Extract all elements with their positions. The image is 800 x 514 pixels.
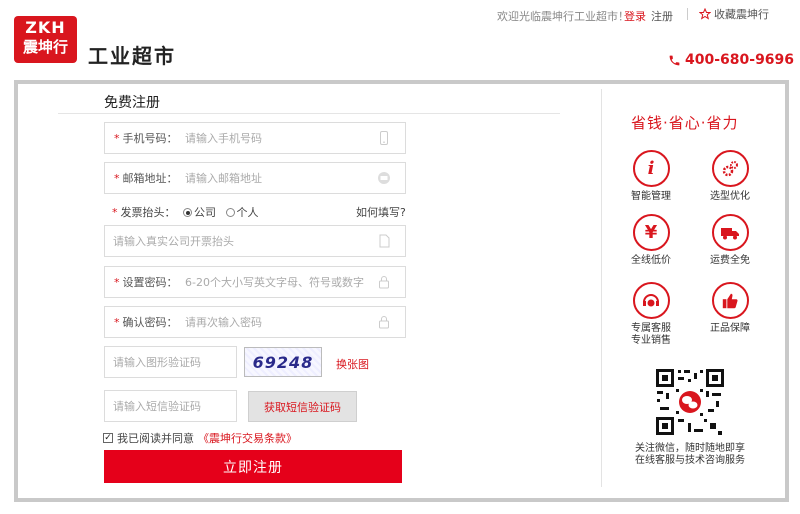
slogan: 省钱·省心·省力	[631, 114, 739, 132]
feature-selection-optimization: 选型优化	[690, 150, 770, 203]
form-title: 免费注册	[104, 95, 160, 111]
feature-authentic-guarantee: 正品保障	[690, 282, 770, 335]
yen-icon: ¥	[632, 214, 670, 251]
login-link[interactable]: 登录	[624, 8, 646, 24]
site-title: 工业超市	[88, 44, 176, 68]
lock-icon	[379, 316, 389, 329]
captcha-input[interactable]: 请输入图形验证码	[104, 346, 237, 378]
hotline: 400-680-9696	[668, 52, 794, 68]
qr-caption: 关注微信，随时随地即享 在线客服与技术咨询服务	[635, 443, 745, 466]
email-icon	[378, 172, 390, 184]
gears-icon	[711, 150, 749, 187]
feature-low-price: ¥ 全线低价	[611, 214, 691, 267]
truck-icon	[711, 214, 749, 251]
get-sms-code-button[interactable]: 获取短信验证码	[248, 391, 357, 422]
agreement-row: ✓ 我已阅读并同意 《震坤行交易条款》	[103, 430, 297, 446]
email-label: * 邮箱地址：	[114, 172, 178, 185]
thumbs-up-icon	[711, 282, 749, 319]
agree-text: 我已阅读并同意	[117, 432, 194, 445]
register-link[interactable]: 注册	[651, 8, 673, 24]
star-icon	[699, 8, 711, 20]
invoice-label: 发票抬头：	[120, 206, 176, 219]
headset-icon	[632, 282, 670, 319]
info-icon: i	[632, 150, 670, 187]
feature-smart-management: i 智能管理	[611, 150, 691, 203]
radio-company[interactable]	[183, 208, 192, 217]
invoice-help-link[interactable]: 如何填写?	[356, 204, 406, 220]
radio-personal[interactable]	[225, 208, 235, 217]
phone-icon	[669, 55, 680, 65]
feature-free-shipping: 运费全免	[690, 214, 770, 267]
sms-code-input[interactable]: 请输入短信验证码	[104, 390, 237, 422]
header-divider	[687, 8, 688, 20]
lock-icon	[379, 276, 389, 289]
agree-checkbox[interactable]: ✓	[103, 433, 113, 443]
email-field[interactable]: * 邮箱地址： 请输入邮箱地址	[104, 162, 406, 194]
favorite-label: 收藏震坤行	[714, 8, 769, 21]
zkh-logo[interactable]: ZKH 震坤行	[14, 16, 77, 63]
confirm-label: * 确认密码：	[114, 316, 178, 329]
logo-text-chinese: 震坤行	[22, 38, 68, 56]
favorite-link[interactable]: 收藏震坤行	[699, 6, 769, 22]
terms-link[interactable]: 《震坤行交易条款》	[198, 430, 297, 446]
invoice-option-company[interactable]: 公司	[183, 206, 216, 219]
change-captcha-link[interactable]: 换张图	[336, 356, 369, 372]
captcha-image[interactable]: 69248	[244, 347, 322, 377]
password-label: * 设置密码：	[114, 276, 178, 289]
confirm-password-field[interactable]: * 确认密码： 请再次输入密码	[104, 306, 406, 338]
confirm-placeholder: 请再次输入密码	[185, 316, 262, 329]
wechat-qr-code[interactable]	[654, 367, 726, 437]
invoice-title-field[interactable]: 请输入真实公司开票抬头	[104, 225, 406, 257]
password-placeholder: 6-20个大小写英文字母、符号或数字	[185, 276, 364, 289]
document-icon	[379, 234, 390, 248]
phone-label: * 手机号码：	[114, 132, 178, 145]
invoice-title-placeholder: 请输入真实公司开票抬头	[113, 235, 234, 248]
invoice-option-personal[interactable]: 个人	[225, 206, 259, 219]
mobile-icon	[380, 131, 388, 145]
email-placeholder: 请输入邮箱地址	[185, 172, 262, 185]
title-divider	[58, 113, 560, 114]
phone-field[interactable]: * 手机号码： 请输入手机号码	[104, 122, 406, 154]
password-field[interactable]: * 设置密码： 6-20个大小写英文字母、符号或数字	[104, 266, 406, 298]
top-header: ZKH 震坤行 工业超市 欢迎光临震坤行工业超市！ 登录 注册 收藏震坤行 40…	[0, 0, 800, 80]
hotline-number: 400-680-9696	[685, 52, 795, 68]
logo-text-latin: ZKH	[25, 18, 66, 37]
column-divider	[601, 89, 602, 487]
feature-dedicated-service: 专属客服 专业销售	[611, 282, 691, 347]
phone-placeholder: 请输入手机号码	[185, 132, 262, 145]
register-submit-button[interactable]: 立即注册	[104, 450, 402, 483]
welcome-text: 欢迎光临震坤行工业超市！	[497, 10, 629, 23]
